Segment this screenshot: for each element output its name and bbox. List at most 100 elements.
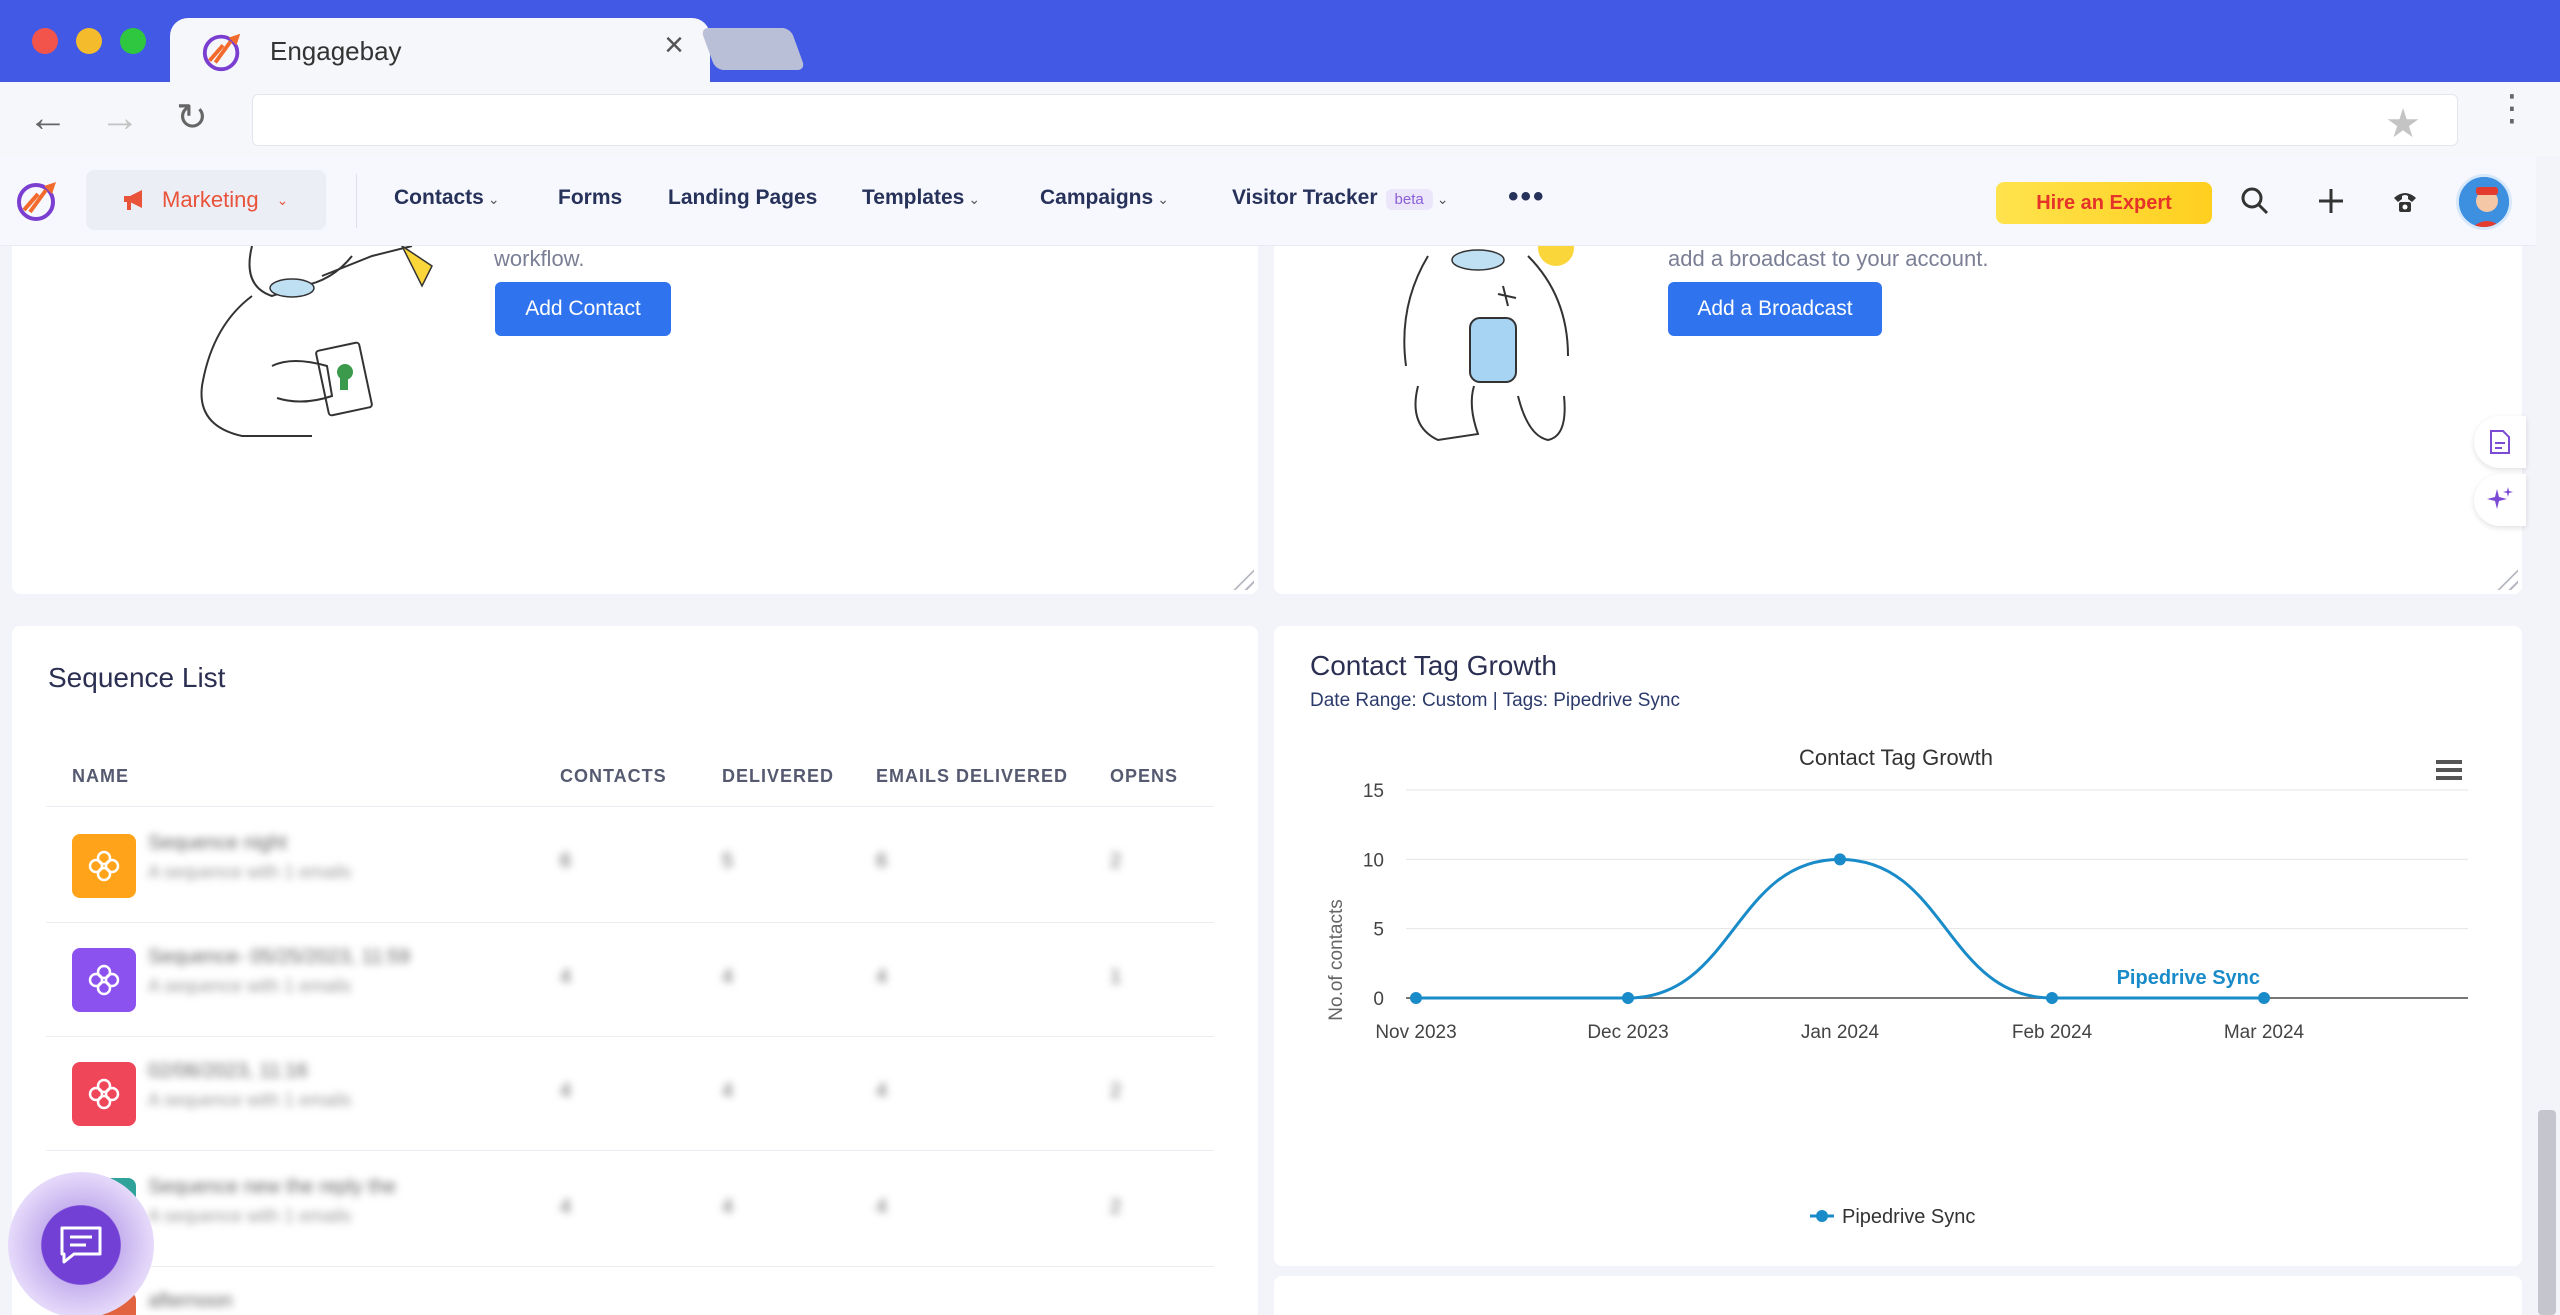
forward-arrow-icon[interactable]: → [100, 98, 140, 138]
flower-icon [88, 1078, 120, 1110]
data-point [1834, 853, 1846, 866]
chart-legend[interactable]: Pipedrive Sync [1810, 1206, 1975, 1228]
contact-tag-growth-title: Contact Tag Growth [1310, 650, 1557, 681]
minimize-window-button[interactable] [76, 28, 102, 54]
table-cell: 5 [722, 850, 734, 872]
phone-icon[interactable] [2390, 186, 2420, 216]
data-point [2258, 992, 2270, 1004]
chart-grid [1406, 789, 2468, 999]
scrollbar-thumb[interactable] [2538, 1110, 2556, 1315]
tab-close-icon[interactable]: × [664, 28, 684, 62]
nav-contacts-label: Contacts [394, 186, 484, 209]
notes-icon[interactable] [2474, 416, 2526, 468]
sequence-list-title: Sequence List [48, 662, 226, 693]
reload-icon[interactable]: ↻ [176, 98, 208, 138]
close-window-button[interactable] [32, 28, 58, 54]
user-avatar-icon [2459, 177, 2509, 227]
app-logo-icon[interactable] [14, 176, 62, 224]
maximize-window-button[interactable] [120, 28, 146, 54]
next-card [1274, 1276, 2522, 1315]
x-tick-label: Mar 2024 [2224, 1022, 2305, 1043]
line-chart: Contact Tag Growth No.of contacts 0 5 10 15… [1326, 745, 2468, 1228]
nav-visitor-tracker[interactable]: Visitor Tracker beta ⌄ [1232, 186, 1448, 210]
table-row-name[interactable]: Sequence- 05/25/2023, 11:59 [148, 946, 410, 969]
table-cell: 2 [1110, 850, 1122, 872]
nav-campaigns[interactable]: Campaigns ⌄ [1040, 186, 1169, 210]
chat-icon [48, 1212, 114, 1278]
y-tick-label: 10 [1363, 850, 1384, 871]
engagebay-logo-icon [202, 33, 241, 72]
back-arrow-icon[interactable]: ← [28, 98, 68, 138]
chart-menu-icon[interactable] [2436, 760, 2462, 780]
data-point [1622, 992, 1634, 1004]
table-row-name[interactable]: Sequence new the reply the [148, 1176, 396, 1199]
table-divider [46, 922, 1214, 923]
table-divider [46, 806, 1214, 807]
table-cell: 4 [722, 1080, 734, 1102]
table-row-name[interactable]: Sequence night [148, 832, 287, 855]
nav-contacts[interactable]: Contacts ⌄ [394, 186, 500, 210]
more-menu-icon[interactable]: ••• [1508, 180, 1546, 214]
table-divider [46, 1266, 1214, 1267]
hire-expert-button[interactable]: Hire an Expert [1996, 182, 2212, 224]
chevron-down-icon: ⌄ [968, 191, 981, 207]
flower-icon [88, 964, 120, 996]
table-cell: 2 [1110, 1196, 1122, 1218]
table-divider [46, 1150, 1214, 1151]
sequence-icon [72, 948, 136, 1012]
add-contact-button[interactable]: Add Contact [495, 282, 671, 336]
browser-titlebar: Engagebay × [0, 0, 2560, 82]
broadcast-card-text: add a broadcast to your account. [1668, 246, 1989, 271]
table-cell: 6 [560, 850, 572, 872]
table-row-name[interactable]: 02/06/2023, 11:16 [148, 1060, 308, 1083]
column-header-delivered[interactable]: DELIVERED [722, 766, 834, 787]
resize-handle[interactable] [2492, 564, 2518, 590]
table-cell: 4 [876, 1080, 888, 1102]
nav-landing-pages-label: Landing Pages [668, 186, 818, 209]
nav-visitor-tracker-label: Visitor Tracker [1232, 186, 1378, 209]
nav-forms[interactable]: Forms [558, 186, 622, 210]
nav-templates[interactable]: Templates ⌄ [862, 186, 980, 210]
table-cell: 4 [876, 1196, 888, 1218]
ai-sparkle-icon[interactable] [2474, 474, 2526, 526]
marketing-module-dropdown[interactable]: Marketing ⌄ [86, 170, 326, 230]
chevron-down-icon: ⌄ [276, 191, 289, 208]
contact-card-text: workflow. [494, 246, 585, 271]
column-header-opens[interactable]: OPENS [1110, 766, 1178, 787]
sequence-icon [72, 834, 136, 898]
nav-landing-pages[interactable]: Landing Pages [668, 186, 817, 210]
nav-templates-label: Templates [862, 186, 965, 209]
user-avatar[interactable] [2456, 174, 2512, 230]
plus-icon[interactable] [2316, 186, 2346, 216]
data-point [2046, 992, 2058, 1004]
illustration-phone-person-icon [1403, 246, 1574, 442]
flower-icon [88, 850, 120, 882]
table-row-sub: A sequence with 1 emails [148, 976, 352, 996]
chat-widget-button[interactable] [8, 1172, 154, 1315]
new-tab-button[interactable] [700, 28, 806, 70]
megaphone-icon [124, 190, 142, 210]
table-row-name[interactable]: afternoon [148, 1290, 233, 1313]
table-cell: 4 [560, 966, 572, 988]
marketing-label: Marketing [162, 187, 259, 212]
column-header-emails-delivered[interactable]: EMAILS DELIVERED [876, 766, 1068, 787]
bookmark-star-icon[interactable]: ★ [2385, 101, 2421, 147]
column-header-contacts[interactable]: CONTACTS [560, 766, 667, 787]
add-broadcast-card: add a broadcast to your account. Add a B… [1274, 246, 2522, 594]
illustration-person-icon [200, 246, 433, 437]
chat-bubble-icon [60, 1226, 102, 1264]
table-cell: 4 [722, 966, 734, 988]
chart-title: Contact Tag Growth [1799, 745, 1993, 770]
browser-tab-active[interactable]: Engagebay × [170, 18, 710, 82]
x-tick-label: Feb 2024 [2012, 1022, 2093, 1043]
browser-menu-icon[interactable]: ⋮ [2494, 90, 2530, 126]
table-cell: 6 [876, 850, 888, 872]
add-broadcast-button[interactable]: Add a Broadcast [1668, 282, 1882, 336]
column-header-name[interactable]: NAME [72, 766, 129, 787]
address-bar[interactable]: ★ [252, 94, 2458, 146]
table-cell: 4 [876, 966, 888, 988]
table-cell: 1 [1110, 966, 1122, 988]
table-row-sub: A sequence with 1 emails [148, 1206, 352, 1226]
resize-handle[interactable] [1228, 564, 1254, 590]
search-icon[interactable] [2240, 186, 2270, 216]
